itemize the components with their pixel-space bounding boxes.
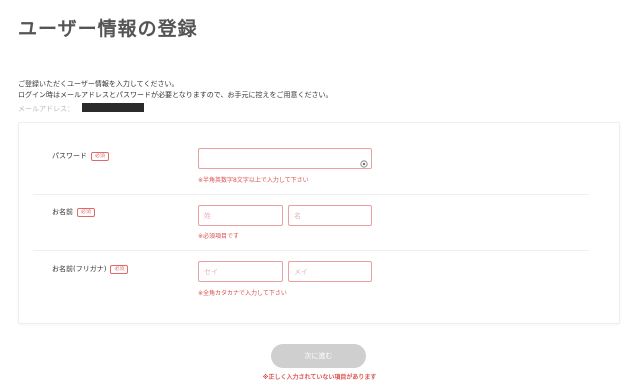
- password-error: ※半角英数字8文字以上で入力して下さい: [198, 177, 309, 184]
- last-name-kana-input[interactable]: [198, 261, 283, 282]
- row-divider: [33, 250, 589, 251]
- kana-row-label: お名前(フリガナ) 必須: [52, 264, 129, 274]
- password-row-label: パスワード 必須: [52, 151, 110, 161]
- name-label: お名前: [52, 208, 73, 216]
- kana-label: お名前(フリガナ): [52, 265, 107, 273]
- required-badge: 必須: [110, 264, 129, 274]
- intro-text: ご登録いただくユーザー情報を入力してください。 ログイン時はメールアドレスとパス…: [18, 79, 333, 101]
- kana-error: ※全角カタカナで入力して下さい: [198, 290, 287, 297]
- eye-icon[interactable]: [360, 153, 368, 168]
- email-value-redacted: [82, 103, 144, 112]
- form-error-message: ※正しく入力されていない項目があります: [262, 374, 377, 381]
- password-input[interactable]: [198, 148, 372, 169]
- email-label: メールアドレス：: [18, 105, 74, 113]
- page-title: ユーザー情報の登録: [18, 18, 198, 40]
- password-label: パスワード: [52, 152, 87, 160]
- required-badge: 必須: [91, 151, 110, 161]
- first-name-kana-input[interactable]: [288, 261, 372, 282]
- intro-line-2: ログイン時はメールアドレスとパスワードが必要となりますので、お手元に控えをご用意…: [18, 91, 333, 99]
- name-row-label: お名前 必須: [52, 207, 96, 217]
- next-button[interactable]: 次に進む: [271, 344, 366, 368]
- required-badge: 必須: [77, 207, 96, 217]
- name-error: ※必須項目です: [198, 233, 240, 240]
- last-name-input[interactable]: [198, 205, 283, 226]
- intro-line-1: ご登録いただくユーザー情報を入力してください。: [18, 80, 179, 88]
- row-divider: [33, 194, 589, 195]
- first-name-input[interactable]: [288, 205, 372, 226]
